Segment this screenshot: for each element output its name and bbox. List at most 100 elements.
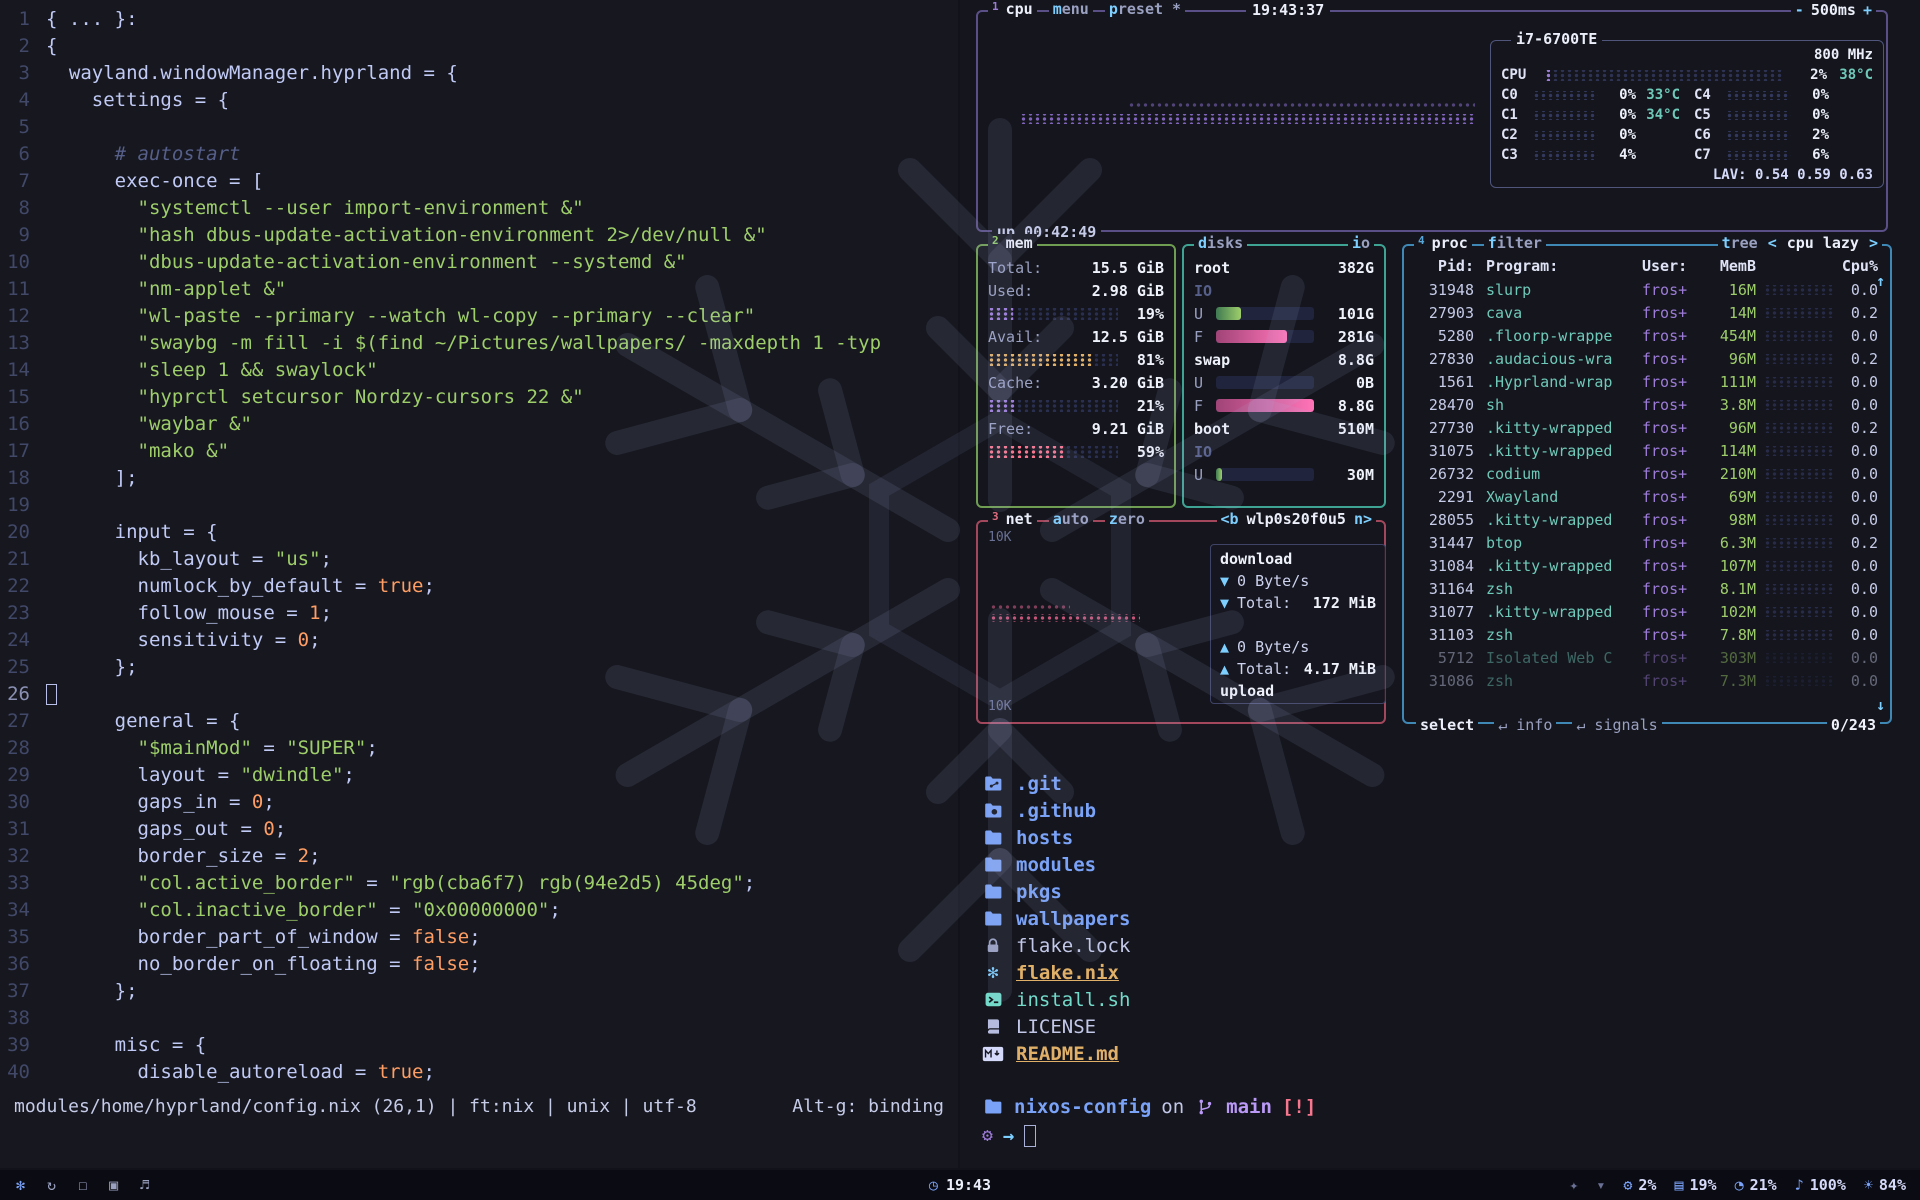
process-row[interactable]: 27830.audacious-wrafros+96M0.2 (1404, 347, 1890, 370)
disks-title[interactable]: disks (1194, 234, 1247, 252)
file-row: LICENSE (982, 1013, 1920, 1040)
process-row[interactable]: 31447btopfros+6.3M0.2 (1404, 531, 1890, 554)
waybar-clock[interactable]: ◷ 19:43 (929, 1176, 991, 1194)
code-token: ; (744, 872, 755, 894)
filter-button[interactable]: filter (1484, 234, 1546, 252)
process-pid: 31077 (1416, 603, 1474, 621)
process-row[interactable]: 31084.kitty-wrappedfros+107M0.0 (1404, 554, 1890, 577)
header-user[interactable]: User: (1642, 257, 1706, 275)
next-sort-button[interactable]: > (1869, 234, 1878, 252)
process-row[interactable]: 28470shfros+3.8M0.0 (1404, 393, 1890, 416)
interval-increase-button[interactable]: + (1863, 1, 1872, 19)
clipboard-icon[interactable]: ☐ (78, 1176, 87, 1194)
proc-panel-number: 4 (1414, 234, 1429, 247)
download-total: 172 MiB (1313, 594, 1376, 612)
waybar-memory-module[interactable]: ▤19% (1674, 1176, 1716, 1194)
code-text: "$mainMod" = "SUPER"; (46, 737, 378, 764)
prev-device-button[interactable]: <b (1221, 510, 1239, 528)
waybar-brightness-module[interactable]: ☀84% (1864, 1176, 1906, 1194)
tray-app-1-icon[interactable]: ✦ (1569, 1176, 1578, 1194)
process-row[interactable]: 2291Xwaylandfros+69M0.0 (1404, 485, 1890, 508)
net-title-row: 3 net auto zero (988, 510, 1149, 528)
signals-button[interactable]: ↵ signals (1572, 716, 1661, 734)
power-icon[interactable]: ↻ (47, 1176, 56, 1194)
process-row[interactable]: 31086zshfros+7.3M0.0 (1404, 669, 1890, 692)
code-area[interactable]: 1{ ... }:2{3 wayland.windowManager.hyprl… (0, 8, 958, 1088)
mem-stat-value: 12.5 GiB (1092, 328, 1164, 346)
memory-panel: 2 mem Total:15.5 GiBUsed:2.98 GiB19%Avai… (976, 244, 1176, 508)
disk-bar-value: 30M (1322, 466, 1374, 484)
process-row[interactable]: 31948slurpfros+16M0.0 (1404, 278, 1890, 301)
core-temp: 33°C (1636, 87, 1680, 103)
scroll-down-icon[interactable]: ↓ (1876, 696, 1885, 714)
process-row[interactable]: 1561.Hyprland-wrapfros+111M0.0 (1404, 370, 1890, 393)
next-device-button[interactable]: n> (1354, 510, 1372, 528)
nixos-menu-icon[interactable]: ✻ (16, 1176, 25, 1194)
code-token: ; (275, 818, 286, 840)
shell-input-line[interactable]: ⚙ → (982, 1122, 1920, 1149)
load-average-row: LAV: 0.54 0.59 0.63 (1501, 165, 1873, 185)
process-row[interactable]: 31164zshfros+8.1M0.0 (1404, 577, 1890, 600)
process-row[interactable]: 28055.kitty-wrappedfros+98M0.0 (1404, 508, 1890, 531)
code-text: ]; (46, 467, 138, 494)
header-cpu[interactable]: Cpu% (1820, 257, 1878, 275)
process-row[interactable]: 27903cavafros+14M0.2 (1404, 301, 1890, 324)
prev-sort-button[interactable]: < (1768, 234, 1777, 252)
waybar-cpu-module[interactable]: ⚙2% (1623, 1176, 1656, 1194)
tray-app-2-icon[interactable]: ▾ (1596, 1176, 1605, 1194)
net-zero-button[interactable]: zero (1105, 510, 1149, 528)
process-row[interactable]: 31103zshfros+7.8M0.0 (1404, 623, 1890, 646)
process-row[interactable]: 5712Isolated Web Cfros+303M0.0 (1404, 646, 1890, 669)
file-name: hosts (1016, 827, 1073, 849)
code-line: 30 gaps_in = 0; (0, 791, 958, 818)
header-program[interactable]: Program: (1474, 257, 1642, 275)
cpu-usage-graph-upper (1128, 102, 1475, 108)
interval-decrease-button[interactable]: - (1795, 1, 1804, 19)
process-mem: 6.3M (1706, 534, 1756, 552)
process-cpu: 0.0 (1842, 511, 1878, 529)
editor-pane[interactable]: 1{ ... }:2{3 wayland.windowManager.hyprl… (0, 0, 958, 1168)
display-icon[interactable]: ▣ (109, 1176, 118, 1194)
process-mem: 454M (1706, 327, 1756, 345)
cpu-core-row: C62% (1694, 125, 1873, 145)
preset-button[interactable]: preset * (1105, 0, 1185, 18)
waybar-volume-module[interactable]: ♪100% (1795, 1176, 1846, 1194)
process-row[interactable]: 31075.kitty-wrappedfros+114M0.0 (1404, 439, 1890, 462)
header-pid[interactable]: Pid: (1416, 257, 1474, 275)
tree-toggle-button[interactable]: tree (1722, 234, 1758, 252)
net-auto-button[interactable]: auto (1049, 510, 1093, 528)
info-button[interactable]: ↵ info (1494, 716, 1556, 734)
code-text: wayland.windowManager.hyprland = { (46, 62, 458, 89)
process-row[interactable]: 31077.kitty-wrappedfros+102M0.0 (1404, 600, 1890, 623)
cpu-frequency-row: 800 MHz (1501, 45, 1873, 65)
scroll-up-icon[interactable]: ↑ (1876, 272, 1885, 290)
cpu-model-label: i7-6700TE (1511, 30, 1602, 48)
cpu-usage-graph (1020, 114, 1475, 124)
header-mem[interactable]: MemB (1706, 257, 1756, 275)
select-button[interactable]: select (1416, 716, 1478, 734)
mem-stat-row: Used:2.98 GiB (988, 279, 1164, 302)
terminal-pane[interactable]: .git.githubhostsmodulespkgswallpapersfla… (960, 752, 1920, 1168)
waybar-disk-module[interactable]: ◔21% (1735, 1176, 1777, 1194)
line-number: 37 (0, 980, 46, 1007)
process-row[interactable]: 26732codiumfros+210M0.0 (1404, 462, 1890, 485)
code-token: ; (309, 845, 320, 867)
process-row[interactable]: 27730.kitty-wrappedfros+96M0.2 (1404, 416, 1890, 439)
core-percent: 2% (1797, 127, 1829, 143)
net-device-name: wlp0s20f0u5 (1247, 510, 1346, 528)
io-mode-button[interactable]: io (1348, 234, 1374, 252)
disk-bar (1216, 399, 1314, 412)
process-cpu: 0.0 (1842, 626, 1878, 644)
menu-button[interactable]: menu (1049, 0, 1093, 18)
core-percent: 4% (1604, 147, 1636, 163)
process-user: fros+ (1642, 304, 1706, 322)
process-mem: 98M (1706, 511, 1756, 529)
snowflake-icon: ✻ (982, 962, 1004, 984)
disk-name-row: boot510M (1194, 417, 1374, 440)
code-line: 20 input = { (0, 521, 958, 548)
code-token: "waybar &" (138, 413, 252, 435)
cpu-cores-grid: C00%33°CC10%34°CC20%C34% C40%C50%C62%C76… (1501, 85, 1873, 165)
media-icon[interactable]: ♬ (140, 1176, 149, 1194)
process-row[interactable]: 5280.floorp-wrappefros+454M0.0 (1404, 324, 1890, 347)
code-token: ; (321, 548, 332, 570)
